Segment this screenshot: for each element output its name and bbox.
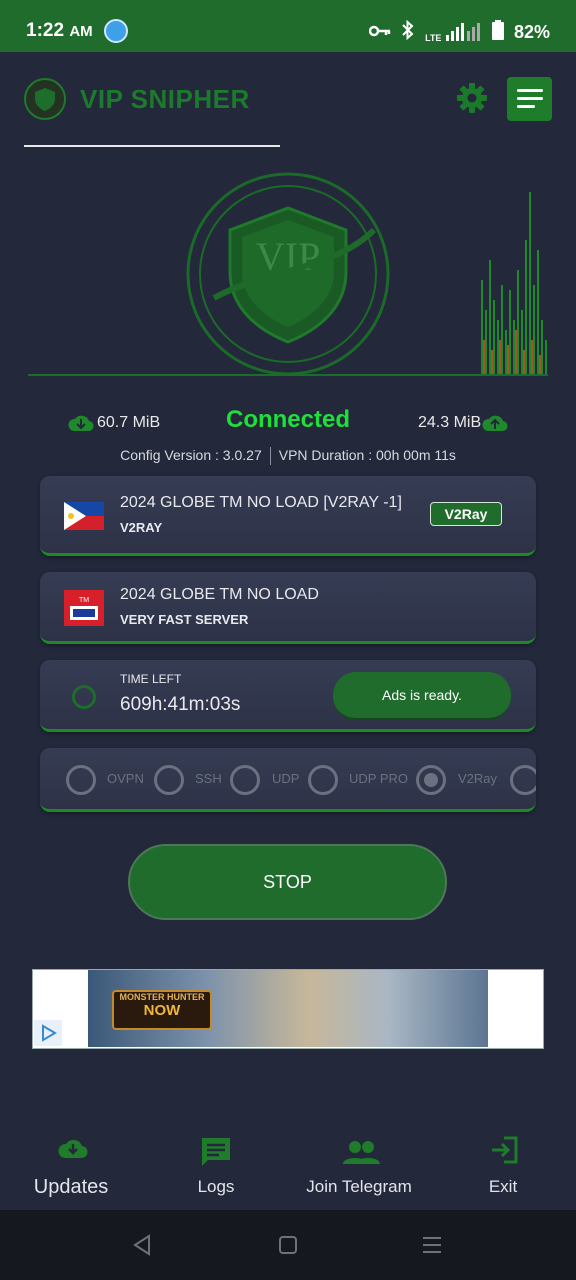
nav-exit[interactable]: Exit bbox=[480, 1177, 526, 1197]
server-name: 2024 GLOBE TM NO LOAD [V2RAY -1] bbox=[120, 494, 402, 511]
status-time: 1:22 AM bbox=[26, 20, 93, 41]
vip-emblem: VIP bbox=[184, 170, 392, 378]
time-left-value: 609h:41m:03s bbox=[120, 694, 241, 715]
battery-percent: 82% bbox=[513, 22, 550, 42]
time-left-label: TIME LEFT bbox=[120, 672, 182, 686]
app-logo-icon bbox=[24, 78, 66, 120]
protocol-badge: V2Ray bbox=[430, 502, 502, 526]
time-left-card: TIME LEFT 609h:41m:03s Ads is ready. bbox=[40, 660, 536, 732]
graph-baseline bbox=[28, 374, 548, 376]
status-icons: LTE 82% bbox=[368, 19, 550, 45]
radio-ovpn[interactable] bbox=[66, 765, 96, 795]
protocol-label-v2ray: V2Ray bbox=[458, 771, 498, 786]
group-icon[interactable] bbox=[342, 1140, 380, 1169]
ad-game-title: MONSTER HUNTER bbox=[119, 992, 205, 1002]
menu-icon bbox=[517, 89, 543, 92]
radio-udp-pro[interactable] bbox=[308, 765, 338, 795]
upload-icon bbox=[482, 413, 508, 438]
vpn-duration: VPN Duration : 00h 00m 11s bbox=[278, 447, 456, 463]
radio-udp[interactable] bbox=[230, 765, 260, 795]
traffic-graph bbox=[470, 190, 550, 376]
stop-button[interactable]: STOP bbox=[128, 844, 447, 920]
network-logo-icon: TM bbox=[64, 590, 104, 626]
nav-logs[interactable]: Logs bbox=[186, 1177, 246, 1197]
upload-total: 24.3 MiB bbox=[418, 414, 482, 431]
nav-join-telegram[interactable]: Join Telegram bbox=[296, 1177, 422, 1197]
menu-icon-line bbox=[517, 97, 543, 100]
nav-updates[interactable]: Updates bbox=[20, 1176, 122, 1199]
logs-icon[interactable] bbox=[200, 1136, 232, 1173]
gear-icon[interactable] bbox=[456, 82, 488, 114]
protocol-label-udp-pro: UDP PRO bbox=[349, 771, 408, 786]
payload-selector[interactable]: TM 2024 GLOBE TM NO LOAD VERY FAST SERVE… bbox=[40, 572, 536, 644]
server-type: V2RAY bbox=[120, 520, 163, 535]
payload-name: 2024 GLOBE TM NO LOAD bbox=[120, 586, 319, 603]
config-version: Config Version : 3.0.27 bbox=[120, 447, 262, 463]
ads-ready-button[interactable]: Ads is ready. bbox=[333, 672, 511, 720]
exit-icon[interactable] bbox=[490, 1136, 518, 1169]
bluetooth-icon bbox=[401, 19, 415, 45]
recents-icon[interactable] bbox=[422, 1236, 442, 1259]
vpn-key-icon bbox=[368, 22, 391, 43]
app-title: VIP SNIPHER bbox=[80, 84, 250, 114]
protocol-label-ovpn: OVPN bbox=[107, 771, 144, 786]
battery-icon bbox=[491, 20, 504, 45]
svg-text:TM: TM bbox=[79, 597, 89, 604]
signal-icon: LTE bbox=[425, 22, 482, 43]
home-icon[interactable] bbox=[278, 1235, 298, 1260]
philippines-flag-icon bbox=[64, 502, 104, 530]
radio-v2ray[interactable] bbox=[416, 765, 446, 795]
ad-game-subtitle: NOW bbox=[143, 1002, 181, 1019]
protocol-label-ssh: SSH bbox=[195, 771, 222, 786]
server-selector[interactable]: 2024 GLOBE TM NO LOAD [V2RAY -1] V2RAY V… bbox=[40, 476, 536, 556]
adchoices-icon[interactable] bbox=[34, 1020, 62, 1046]
radio-ssh[interactable] bbox=[154, 765, 184, 795]
protocol-label-udp: UDP bbox=[272, 771, 300, 786]
ad-game-logo: MONSTER HUNTER NOW bbox=[112, 990, 212, 1030]
back-icon[interactable] bbox=[132, 1234, 152, 1261]
header-divider bbox=[24, 145, 280, 147]
menu-icon-line bbox=[517, 105, 535, 108]
menu-button[interactable] bbox=[507, 77, 552, 121]
timer-icon bbox=[72, 685, 96, 709]
download-cloud-icon[interactable] bbox=[58, 1136, 88, 1165]
protocol-selector: OVPN SSH UDP UDP PRO V2Ray bbox=[40, 748, 536, 812]
radio-next[interactable] bbox=[510, 765, 536, 795]
app-notification-icon bbox=[104, 19, 128, 43]
config-info: Config Version : 3.0.27 VPN Duration : 00… bbox=[0, 447, 576, 466]
payload-description: VERY FAST SERVER bbox=[120, 612, 249, 627]
